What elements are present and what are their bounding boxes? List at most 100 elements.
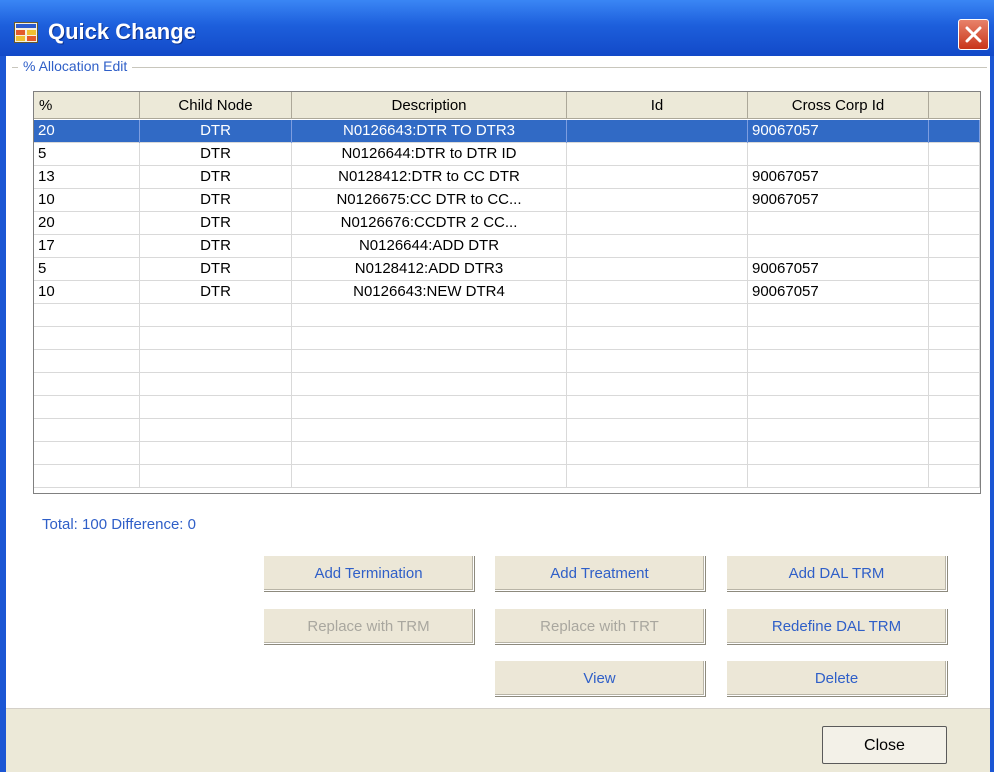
cell-cross-corp-id[interactable] xyxy=(748,350,929,373)
cell-cross-corp-id[interactable]: 90067057 xyxy=(748,281,929,304)
cell-id[interactable] xyxy=(567,258,748,281)
cell-filler[interactable] xyxy=(929,442,980,465)
cell-description[interactable]: N0126643:DTR TO DTR3 xyxy=(292,120,567,143)
view-button[interactable]: View xyxy=(494,660,705,696)
cell-pct[interactable]: 10 xyxy=(34,189,140,212)
cell-child-node[interactable] xyxy=(140,419,292,442)
cell-id[interactable] xyxy=(567,120,748,143)
redefine-dal-trm-button[interactable]: Redefine DAL TRM xyxy=(726,608,947,644)
add-treatment-button[interactable]: Add Treatment xyxy=(494,555,705,591)
cell-id[interactable] xyxy=(567,281,748,304)
cell-pct[interactable] xyxy=(34,396,140,419)
replace-with-trt-button[interactable]: Replace with TRT xyxy=(494,608,705,644)
add-dal-trm-button[interactable]: Add DAL TRM xyxy=(726,555,947,591)
cell-child-node[interactable]: DTR xyxy=(140,143,292,166)
cell-child-node[interactable] xyxy=(140,327,292,350)
column-header-cross-corp-id[interactable]: Cross Corp Id xyxy=(748,92,929,119)
empty-table-row[interactable] xyxy=(34,304,980,327)
cell-pct[interactable] xyxy=(34,465,140,488)
empty-table-row[interactable] xyxy=(34,396,980,419)
cell-filler[interactable] xyxy=(929,166,980,189)
empty-table-row[interactable] xyxy=(34,327,980,350)
delete-button[interactable]: Delete xyxy=(726,660,947,696)
cell-cross-corp-id[interactable] xyxy=(748,327,929,350)
empty-table-row[interactable] xyxy=(34,350,980,373)
close-icon[interactable] xyxy=(958,19,989,50)
cell-child-node[interactable]: DTR xyxy=(140,212,292,235)
cell-filler[interactable] xyxy=(929,212,980,235)
cell-pct[interactable]: 17 xyxy=(34,235,140,258)
cell-cross-corp-id[interactable] xyxy=(748,396,929,419)
column-header-child-node[interactable]: Child Node xyxy=(140,92,292,119)
empty-table-row[interactable] xyxy=(34,419,980,442)
cell-description[interactable]: N0126643:NEW DTR4 xyxy=(292,281,567,304)
cell-id[interactable] xyxy=(567,166,748,189)
table-row[interactable]: 10 DTR N0126643:NEW DTR4 90067057 xyxy=(34,281,980,304)
cell-child-node[interactable] xyxy=(140,373,292,396)
cell-id[interactable] xyxy=(567,143,748,166)
table-row[interactable]: 20 DTR N0126643:DTR TO DTR3 90067057 xyxy=(34,120,980,143)
cell-cross-corp-id[interactable] xyxy=(748,235,929,258)
cell-id[interactable] xyxy=(567,465,748,488)
cell-id[interactable] xyxy=(567,350,748,373)
cell-cross-corp-id[interactable] xyxy=(748,143,929,166)
cell-child-node[interactable]: DTR xyxy=(140,235,292,258)
cell-cross-corp-id[interactable] xyxy=(748,419,929,442)
cell-description[interactable] xyxy=(292,327,567,350)
cell-id[interactable] xyxy=(567,419,748,442)
cell-cross-corp-id[interactable] xyxy=(748,373,929,396)
table-row[interactable]: 17 DTR N0126644:ADD DTR xyxy=(34,235,980,258)
cell-child-node[interactable]: DTR xyxy=(140,166,292,189)
column-header-pct[interactable]: % xyxy=(34,92,140,119)
cell-description[interactable] xyxy=(292,442,567,465)
cell-pct[interactable]: 20 xyxy=(34,120,140,143)
cell-child-node[interactable]: DTR xyxy=(140,120,292,143)
cell-pct[interactable] xyxy=(34,304,140,327)
cell-filler[interactable] xyxy=(929,120,980,143)
cell-filler[interactable] xyxy=(929,258,980,281)
cell-pct[interactable]: 5 xyxy=(34,143,140,166)
cell-cross-corp-id[interactable]: 90067057 xyxy=(748,258,929,281)
cell-cross-corp-id[interactable] xyxy=(748,212,929,235)
cell-filler[interactable] xyxy=(929,281,980,304)
cell-description[interactable]: N0126644:DTR to DTR ID xyxy=(292,143,567,166)
empty-table-row[interactable] xyxy=(34,465,980,488)
cell-cross-corp-id[interactable]: 90067057 xyxy=(748,189,929,212)
cell-id[interactable] xyxy=(567,304,748,327)
empty-table-row[interactable] xyxy=(34,442,980,465)
cell-filler[interactable] xyxy=(929,327,980,350)
cell-description[interactable] xyxy=(292,419,567,442)
cell-id[interactable] xyxy=(567,189,748,212)
replace-with-trm-button[interactable]: Replace with TRM xyxy=(263,608,474,644)
cell-child-node[interactable]: DTR xyxy=(140,281,292,304)
allocation-grid[interactable]: % Child Node Description Id Cross Corp I… xyxy=(33,91,981,494)
cell-child-node[interactable] xyxy=(140,304,292,327)
cell-id[interactable] xyxy=(567,396,748,419)
cell-pct[interactable] xyxy=(34,373,140,396)
cell-id[interactable] xyxy=(567,442,748,465)
cell-pct[interactable] xyxy=(34,442,140,465)
cell-description[interactable] xyxy=(292,350,567,373)
cell-cross-corp-id[interactable]: 90067057 xyxy=(748,166,929,189)
cell-filler[interactable] xyxy=(929,235,980,258)
cell-filler[interactable] xyxy=(929,350,980,373)
column-header-description[interactable]: Description xyxy=(292,92,567,119)
cell-pct[interactable] xyxy=(34,419,140,442)
cell-pct[interactable]: 20 xyxy=(34,212,140,235)
cell-pct[interactable]: 13 xyxy=(34,166,140,189)
cell-child-node[interactable] xyxy=(140,396,292,419)
cell-description[interactable] xyxy=(292,465,567,488)
cell-description[interactable]: N0126675:CC DTR to CC... xyxy=(292,189,567,212)
cell-child-node[interactable]: DTR xyxy=(140,258,292,281)
close-button[interactable]: Close xyxy=(822,726,947,764)
cell-id[interactable] xyxy=(567,373,748,396)
cell-description[interactable]: N0128412:DTR to CC DTR xyxy=(292,166,567,189)
cell-child-node[interactable] xyxy=(140,442,292,465)
cell-pct[interactable] xyxy=(34,350,140,373)
cell-cross-corp-id[interactable] xyxy=(748,442,929,465)
cell-filler[interactable] xyxy=(929,419,980,442)
cell-child-node[interactable] xyxy=(140,465,292,488)
table-row[interactable]: 13 DTR N0128412:DTR to CC DTR 90067057 xyxy=(34,166,980,189)
cell-filler[interactable] xyxy=(929,189,980,212)
cell-cross-corp-id[interactable] xyxy=(748,465,929,488)
